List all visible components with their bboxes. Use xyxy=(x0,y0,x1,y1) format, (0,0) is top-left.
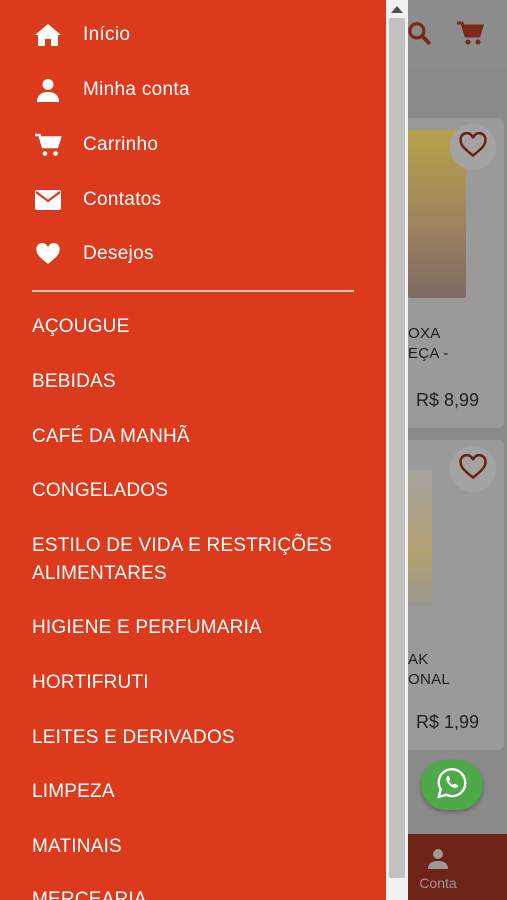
user-icon xyxy=(427,848,449,873)
nav-item-minha-conta[interactable]: Minha conta xyxy=(0,62,386,117)
search-icon[interactable] xyxy=(406,20,432,51)
nav-item-label: Contatos xyxy=(83,188,162,210)
nav-item-carrinho[interactable]: Carrinho xyxy=(0,117,386,172)
category-higiene-perfumaria[interactable]: HIGIENE E PERFUMARIA xyxy=(32,614,362,642)
nav-item-inicio[interactable]: Início xyxy=(0,7,386,62)
category-hortifruti[interactable]: HORTIFRUTI xyxy=(32,669,362,697)
cart-icon xyxy=(34,131,62,159)
nav-item-label: Minha conta xyxy=(83,78,190,100)
wishlist-button[interactable] xyxy=(450,446,496,492)
bottom-tab-account[interactable]: Conta xyxy=(410,844,466,891)
envelope-icon xyxy=(34,186,62,214)
divider xyxy=(32,290,354,292)
nav-item-desejos[interactable]: Desejos xyxy=(0,226,386,281)
nav-item-contatos[interactable]: Contatos xyxy=(0,172,386,227)
nav-item-label: Desejos xyxy=(83,242,154,264)
whatsapp-icon xyxy=(435,766,469,805)
category-mercearia[interactable]: MERCEARIA xyxy=(32,886,362,900)
heart-outline-icon xyxy=(458,453,488,485)
category-bebidas[interactable]: BEBIDAS xyxy=(32,368,362,396)
wishlist-button[interactable] xyxy=(450,124,496,170)
heart-outline-icon xyxy=(458,131,488,163)
product-name: OXA EÇA - xyxy=(408,325,449,362)
user-icon xyxy=(34,76,62,104)
side-drawer: Início Minha conta Carrinho Contatos Des… xyxy=(0,0,386,900)
category-leites-derivados[interactable]: LEITES E DERIVADOS xyxy=(32,724,362,752)
category-cafe-da-manha[interactable]: CAFÉ DA MANHÃ xyxy=(32,423,362,451)
heart-icon xyxy=(34,240,62,268)
product-price: R$ 1,99 xyxy=(416,712,480,732)
bottom-tab-label: Conta xyxy=(419,875,457,891)
category-congelados[interactable]: CONGELADOS xyxy=(32,477,362,505)
product-name: AK ONAL xyxy=(408,651,451,688)
scroll-up-arrow-icon[interactable] xyxy=(391,6,403,13)
drawer-scrollbar-thumb[interactable] xyxy=(389,18,405,878)
nav-item-label: Início xyxy=(83,23,131,45)
home-icon xyxy=(34,21,62,49)
category-matinais[interactable]: MATINAIS xyxy=(32,833,362,861)
category-acougue[interactable]: AÇOUGUE xyxy=(32,313,362,341)
nav-item-label: Carrinho xyxy=(83,133,159,155)
product-card[interactable]: OXA EÇA - R$ 8,99 xyxy=(400,118,504,428)
whatsapp-button[interactable] xyxy=(421,760,483,810)
product-price: R$ 8,99 xyxy=(416,390,480,410)
category-limpeza[interactable]: LIMPEZA xyxy=(32,778,362,806)
cart-icon[interactable] xyxy=(456,20,485,51)
category-estilo-de-vida[interactable]: ESTILO DE VIDA E RESTRIÇÕES ALIMENTARES xyxy=(32,532,362,588)
product-card[interactable]: AK ONAL R$ 1,99 xyxy=(400,440,504,750)
product-image xyxy=(408,470,432,606)
